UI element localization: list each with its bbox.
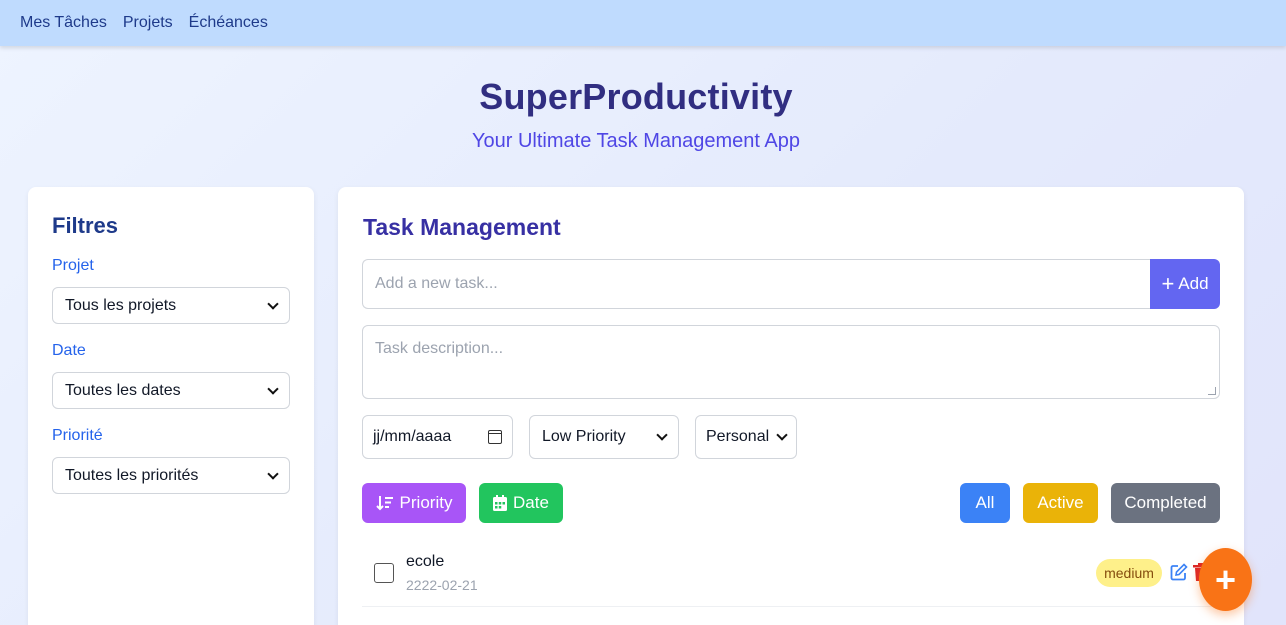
category-select-value: Personal [706, 428, 770, 445]
date-filter-value: Toutes les dates [65, 381, 181, 399]
filter-active-button[interactable]: Active [1023, 483, 1098, 523]
sort-priority-button[interactable]: Priority [362, 483, 466, 523]
filter-completed-label: Completed [1124, 493, 1207, 512]
add-task-button[interactable]: + Add [1150, 259, 1220, 309]
due-date-placeholder: jj/mm/aaaa [373, 428, 452, 445]
filter-completed-button[interactable]: Completed [1111, 483, 1220, 523]
plus-icon: + [1161, 271, 1175, 296]
sort-date-button[interactable]: Date [479, 483, 563, 523]
filters-panel: Filtres Projet Tous les projets Date Tou… [28, 187, 314, 625]
priority-filter-label: Priorité [52, 427, 103, 444]
task-date: 2222-02-21 [406, 577, 478, 593]
priority-filter-value: Toutes les priorités [65, 466, 199, 484]
sort-date-label: Date [513, 493, 549, 512]
app-title: SuperProductivity [479, 76, 793, 117]
chevron-down-icon [267, 467, 279, 480]
task-description-input[interactable]: Task description... [362, 325, 1220, 399]
edit-icon[interactable] [1170, 563, 1188, 581]
chevron-down-icon [656, 429, 668, 441]
project-filter-value: Tous les projets [65, 296, 177, 314]
task-management-panel: Task Management Add a new task... + Add … [338, 187, 1244, 625]
resize-handle-icon[interactable] [1208, 387, 1216, 395]
filter-all-button[interactable]: All [960, 483, 1010, 523]
date-filter-select[interactable]: Toutes les dates [52, 372, 290, 409]
description-placeholder: Task description... [375, 340, 504, 357]
plus-icon: + [1214, 558, 1237, 600]
top-nav: Mes Tâches Projets Échéances [0, 0, 1286, 46]
calendar-icon[interactable] [488, 430, 502, 444]
task-row: ecole 2222-02-21 medium [362, 539, 1220, 607]
hero-header: SuperProductivity Your Ultimate Task Man… [0, 76, 1272, 153]
filter-active-label: Active [1037, 493, 1084, 512]
nav-projects[interactable]: Projets [123, 14, 173, 32]
priority-select-value: Low Priority [542, 428, 626, 445]
nav-my-tasks[interactable]: Mes Tâches [20, 14, 107, 32]
sort-descending-icon [375, 496, 393, 511]
floating-add-button[interactable]: + [1199, 548, 1252, 611]
project-filter-select[interactable]: Tous les projets [52, 287, 290, 324]
chevron-down-icon [776, 429, 788, 441]
panel-title: Task Management [363, 214, 561, 240]
calendar-icon [493, 495, 508, 511]
nav-deadlines[interactable]: Échéances [189, 14, 268, 32]
sort-priority-label: Priority [399, 493, 453, 512]
category-select[interactable]: Personal [695, 415, 797, 459]
due-date-input[interactable]: jj/mm/aaaa [362, 415, 513, 459]
new-task-input[interactable]: Add a new task... [362, 259, 1151, 309]
project-filter-label: Projet [52, 257, 94, 274]
chevron-down-icon [267, 382, 279, 395]
add-button-label: Add [1178, 274, 1209, 293]
task-title: ecole [406, 553, 445, 570]
priority-filter-select[interactable]: Toutes les priorités [52, 457, 290, 494]
filter-all-label: All [975, 493, 995, 512]
app-subtitle: Your Ultimate Task Management App [472, 130, 800, 152]
chevron-down-icon [267, 297, 279, 310]
priority-badge: medium [1096, 559, 1162, 587]
date-filter-label: Date [52, 342, 86, 359]
new-task-placeholder: Add a new task... [375, 275, 498, 292]
task-complete-checkbox[interactable] [374, 563, 394, 583]
filters-title: Filtres [52, 213, 119, 238]
priority-select[interactable]: Low Priority [529, 415, 679, 459]
